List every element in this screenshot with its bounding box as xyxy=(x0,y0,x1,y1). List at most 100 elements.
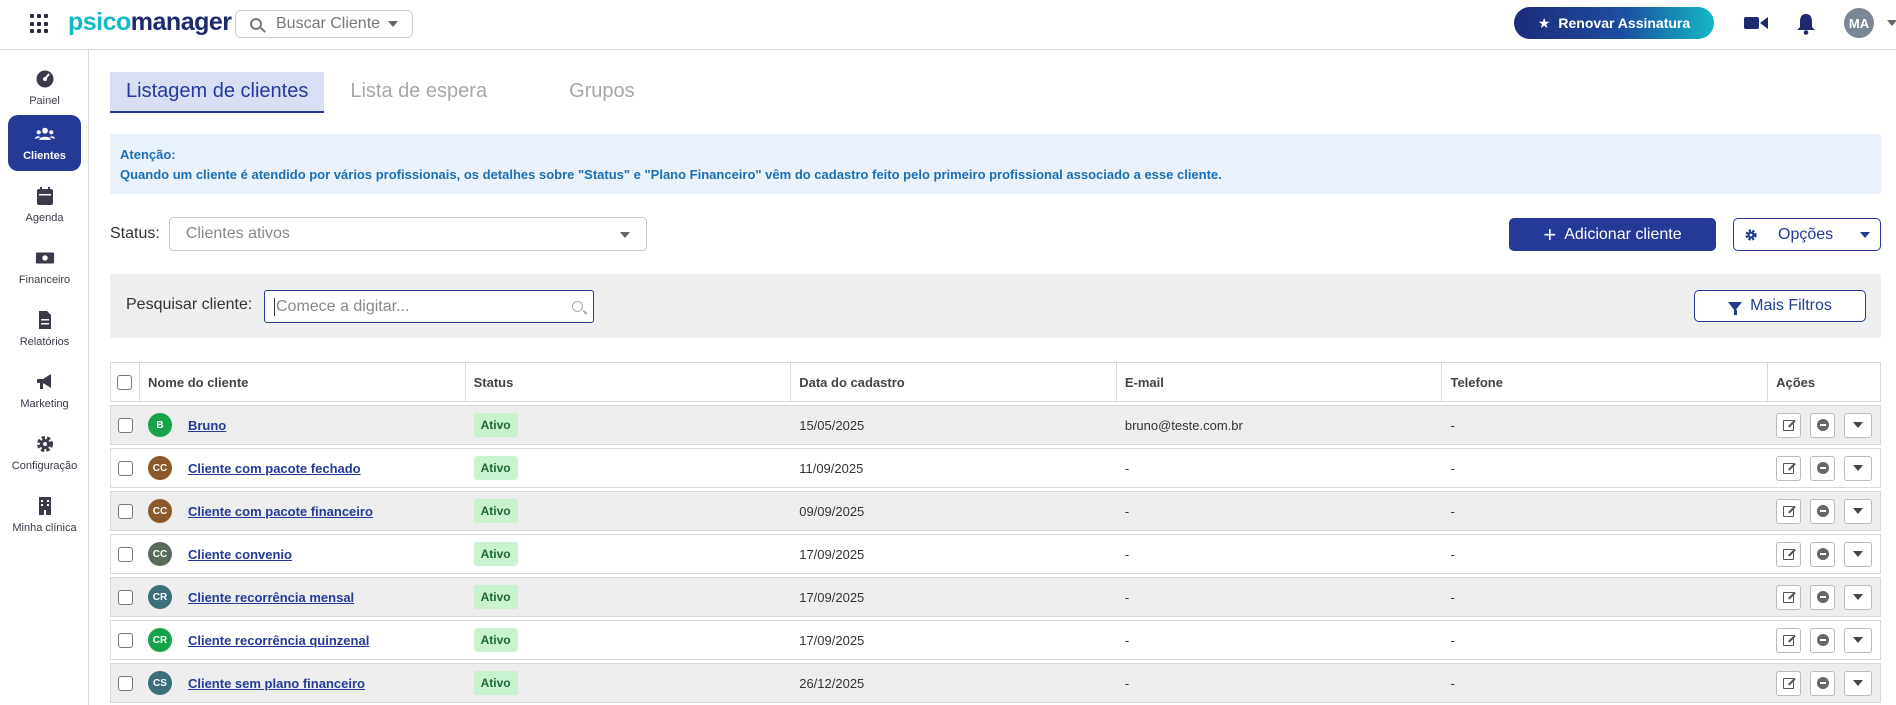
chevron-down-icon xyxy=(1853,680,1864,686)
edit-icon xyxy=(1783,591,1795,603)
row-checkbox[interactable] xyxy=(117,632,133,648)
more-actions-button[interactable] xyxy=(1844,455,1873,481)
app-logo[interactable]: psicomanager xyxy=(68,8,232,37)
actions-cell xyxy=(1768,664,1880,702)
sidebar-item-label: Minha clínica xyxy=(12,522,77,534)
deactivate-button[interactable] xyxy=(1810,627,1836,653)
actions-cell xyxy=(1768,492,1880,530)
edit-button[interactable] xyxy=(1776,670,1802,696)
client-name-cell: CS Cliente sem plano financeiro xyxy=(140,664,466,702)
sidebar-item-label: Marketing xyxy=(20,398,69,410)
client-avatar: CS xyxy=(147,671,172,695)
select-all-checkbox[interactable] xyxy=(117,374,133,390)
tab-lista-espera[interactable]: Lista de espera xyxy=(334,72,503,113)
user-avatar[interactable]: MA xyxy=(1844,8,1874,38)
tab-grupos[interactable]: Grupos xyxy=(553,72,651,113)
more-filters-button[interactable]: Mais Filtros xyxy=(1694,290,1866,322)
edit-button[interactable] xyxy=(1776,412,1802,438)
more-actions-button[interactable] xyxy=(1844,412,1873,438)
add-client-button[interactable]: + Adicionar cliente xyxy=(1509,218,1716,251)
email-cell: - xyxy=(1124,546,1130,562)
edit-button[interactable] xyxy=(1776,498,1802,524)
phone-cell: - xyxy=(1450,460,1455,476)
date-cell: 15/05/2025 xyxy=(799,417,865,433)
sidebar-item-configuracao[interactable]: Configuração xyxy=(8,425,81,481)
deactivate-button[interactable] xyxy=(1810,584,1836,610)
search-filter-panel: Pesquisar cliente: Comece a digitar... M… xyxy=(110,274,1881,338)
renew-subscription-button[interactable]: ★ Renovar Assinatura xyxy=(1514,7,1714,39)
email-cell: - xyxy=(1124,675,1130,691)
tab-listagem-clientes[interactable]: Listagem de clientes xyxy=(110,72,325,113)
client-name-link[interactable]: Cliente com pacote financeiro xyxy=(188,504,373,519)
more-actions-button[interactable] xyxy=(1844,627,1873,653)
row-checkbox[interactable] xyxy=(117,675,133,691)
edit-button[interactable] xyxy=(1776,455,1802,481)
row-checkbox[interactable] xyxy=(117,417,133,433)
alert-title: Atenção: xyxy=(120,147,176,162)
search-client-placeholder: Comece a digitar... xyxy=(276,297,410,315)
table-body: B Bruno Ativo 15/05/2025 bruno@teste.com.br -… xyxy=(110,405,1881,703)
table-row: CR Cliente recorrência quinzenal Ativo 17/0… xyxy=(110,620,1881,660)
client-name-link[interactable]: Cliente convenio xyxy=(188,547,292,562)
renew-subscription-label: Renovar Assinatura xyxy=(1558,15,1691,31)
megaphone-icon xyxy=(36,374,51,389)
deactivate-button[interactable] xyxy=(1810,455,1836,481)
video-camera-icon[interactable] xyxy=(1744,15,1768,31)
column-header-date[interactable]: Data do cadastro xyxy=(791,363,1117,401)
chevron-down-icon xyxy=(1853,551,1864,557)
more-actions-button[interactable] xyxy=(1844,584,1873,610)
deactivate-button[interactable] xyxy=(1810,541,1836,567)
row-select-cell xyxy=(111,578,140,616)
search-icon xyxy=(572,301,583,312)
more-filters-label: Mais Filtros xyxy=(1750,297,1832,314)
sidebar-item-financeiro[interactable]: Financeiro xyxy=(8,239,81,295)
client-name-link[interactable]: Bruno xyxy=(188,418,226,433)
actions-cell xyxy=(1768,621,1880,659)
deactivate-button[interactable] xyxy=(1810,412,1836,438)
status-cell: Ativo xyxy=(466,578,792,616)
column-header-phone[interactable]: Telefone xyxy=(1442,363,1769,401)
edit-button[interactable] xyxy=(1776,584,1802,610)
chevron-down-icon xyxy=(1853,465,1864,471)
client-search-dropdown[interactable]: Buscar Cliente xyxy=(235,10,413,38)
sidebar-item-agenda[interactable]: Agenda xyxy=(8,177,81,233)
edit-icon xyxy=(1783,505,1795,517)
column-header-status[interactable]: Status xyxy=(466,363,792,401)
row-checkbox[interactable] xyxy=(117,546,133,562)
client-name-link[interactable]: Cliente recorrência mensal xyxy=(188,590,354,605)
sidebar-item-marketing[interactable]: Marketing xyxy=(8,363,81,419)
sidebar-item-painel[interactable]: Painel xyxy=(8,60,81,116)
sidebar-item-clientes[interactable]: Clientes xyxy=(8,115,81,171)
edit-button[interactable] xyxy=(1776,627,1802,653)
status-badge: Ativo xyxy=(473,542,518,566)
edit-icon xyxy=(1783,634,1795,646)
table-row: CR Cliente recorrência mensal Ativo 17/09/2… xyxy=(110,577,1881,617)
row-checkbox[interactable] xyxy=(117,503,133,519)
deactivate-button[interactable] xyxy=(1810,498,1836,524)
client-name-link[interactable]: Cliente com pacote fechado xyxy=(188,461,361,476)
edit-icon xyxy=(1783,677,1795,689)
search-client-input[interactable]: Comece a digitar... xyxy=(264,290,594,323)
apps-grid-icon[interactable] xyxy=(30,14,50,34)
sidebar-item-minha-clinica[interactable]: Minha clínica xyxy=(8,487,81,543)
column-header-name[interactable]: Nome do cliente xyxy=(140,363,466,401)
deactivate-button[interactable] xyxy=(1810,670,1836,696)
edit-button[interactable] xyxy=(1776,541,1802,567)
more-actions-button[interactable] xyxy=(1844,541,1873,567)
minus-circle-icon xyxy=(1816,505,1829,517)
column-header-email[interactable]: E-mail xyxy=(1117,363,1443,401)
phone-cell: - xyxy=(1450,546,1455,562)
attention-alert: Atenção: Quando um cliente é atendido po… xyxy=(110,134,1881,194)
notification-bell-icon[interactable] xyxy=(1796,13,1816,35)
options-button[interactable]: Opções xyxy=(1733,218,1881,251)
more-actions-button[interactable] xyxy=(1844,498,1873,524)
row-checkbox[interactable] xyxy=(117,589,133,605)
sidebar-item-label: Clientes xyxy=(23,150,66,162)
sidebar-item-relatorios[interactable]: Relatórios xyxy=(8,301,81,357)
user-menu-chevron-icon[interactable] xyxy=(1887,20,1896,26)
more-actions-button[interactable] xyxy=(1844,670,1873,696)
status-select[interactable]: Clientes ativos xyxy=(168,217,647,251)
client-name-link[interactable]: Cliente sem plano financeiro xyxy=(188,676,365,691)
client-name-link[interactable]: Cliente recorrência quinzenal xyxy=(188,633,369,648)
row-checkbox[interactable] xyxy=(117,460,133,476)
